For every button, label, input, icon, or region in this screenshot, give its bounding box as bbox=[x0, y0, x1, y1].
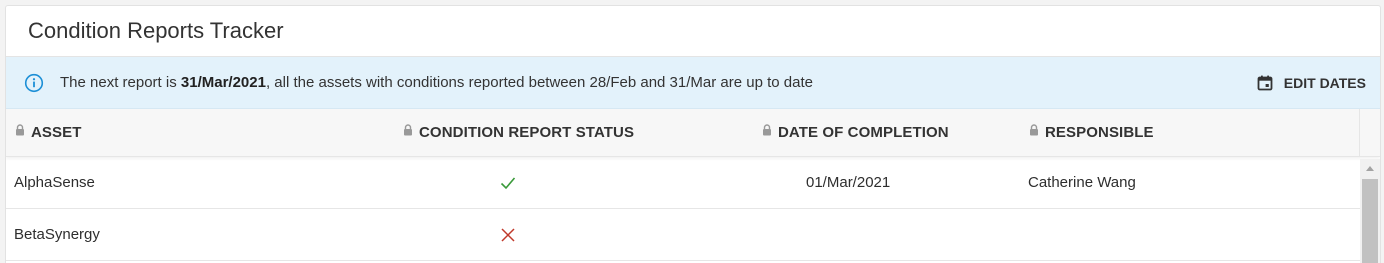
column-label: ASSET bbox=[31, 124, 82, 141]
lock-icon bbox=[15, 123, 25, 136]
edit-dates-button[interactable]: EDIT DATES bbox=[1257, 75, 1366, 91]
header-scroll-gutter bbox=[1359, 109, 1380, 156]
info-message: The next report is 31/Mar/2021, all the … bbox=[60, 74, 813, 91]
column-label: DATE OF COMPLETION bbox=[778, 124, 949, 141]
scroll-up-arrow-icon[interactable] bbox=[1360, 159, 1380, 176]
asset-cell: AlphaSense bbox=[14, 174, 95, 191]
scrollbar-thumb[interactable] bbox=[1362, 179, 1378, 263]
lock-icon bbox=[1029, 123, 1039, 136]
info-text-before: The next report is bbox=[60, 74, 181, 91]
column-label: CONDITION REPORT STATUS bbox=[419, 124, 635, 141]
edit-dates-label: EDIT DATES bbox=[1283, 74, 1366, 91]
page-title: Condition Reports Tracker bbox=[28, 18, 284, 43]
cross-icon bbox=[500, 227, 516, 243]
table-row[interactable]: AlphaSense 01/Mar/2021 Catherine Wang bbox=[6, 157, 1360, 209]
info-banner: The next report is 31/Mar/2021, all the … bbox=[6, 57, 1380, 109]
tracker-panel: Condition Reports Tracker The next repor… bbox=[5, 5, 1381, 263]
status-cell bbox=[500, 209, 516, 260]
column-label: RESPONSIBLE bbox=[1045, 124, 1154, 141]
table-row[interactable]: BetaSynergy bbox=[6, 209, 1360, 261]
next-report-date: 31/Mar/2021 bbox=[180, 74, 266, 91]
column-header-responsible[interactable]: RESPONSIBLE bbox=[1029, 109, 1154, 156]
lock-icon bbox=[762, 123, 772, 136]
table-header: ASSET CONDITION REPORT STATUS DATE OF CO… bbox=[6, 109, 1380, 157]
column-header-date[interactable]: DATE OF COMPLETION bbox=[762, 109, 949, 156]
info-icon bbox=[24, 73, 44, 93]
column-header-status[interactable]: CONDITION REPORT STATUS bbox=[403, 109, 634, 156]
vertical-scrollbar[interactable] bbox=[1360, 159, 1380, 263]
calendar-icon bbox=[1257, 75, 1273, 91]
tracker-header: Condition Reports Tracker bbox=[6, 6, 1380, 57]
table-body: AlphaSense 01/Mar/2021 Catherine Wang Be… bbox=[6, 157, 1380, 261]
status-cell bbox=[500, 157, 516, 208]
lock-icon bbox=[403, 123, 413, 136]
asset-cell: BetaSynergy bbox=[14, 226, 100, 243]
column-header-asset[interactable]: ASSET bbox=[15, 109, 82, 156]
check-icon bbox=[500, 175, 516, 191]
date-cell: 01/Mar/2021 bbox=[806, 174, 891, 191]
info-text-after: , all the assets with conditions reporte… bbox=[265, 74, 813, 91]
responsible-cell: Catherine Wang bbox=[1028, 174, 1136, 191]
